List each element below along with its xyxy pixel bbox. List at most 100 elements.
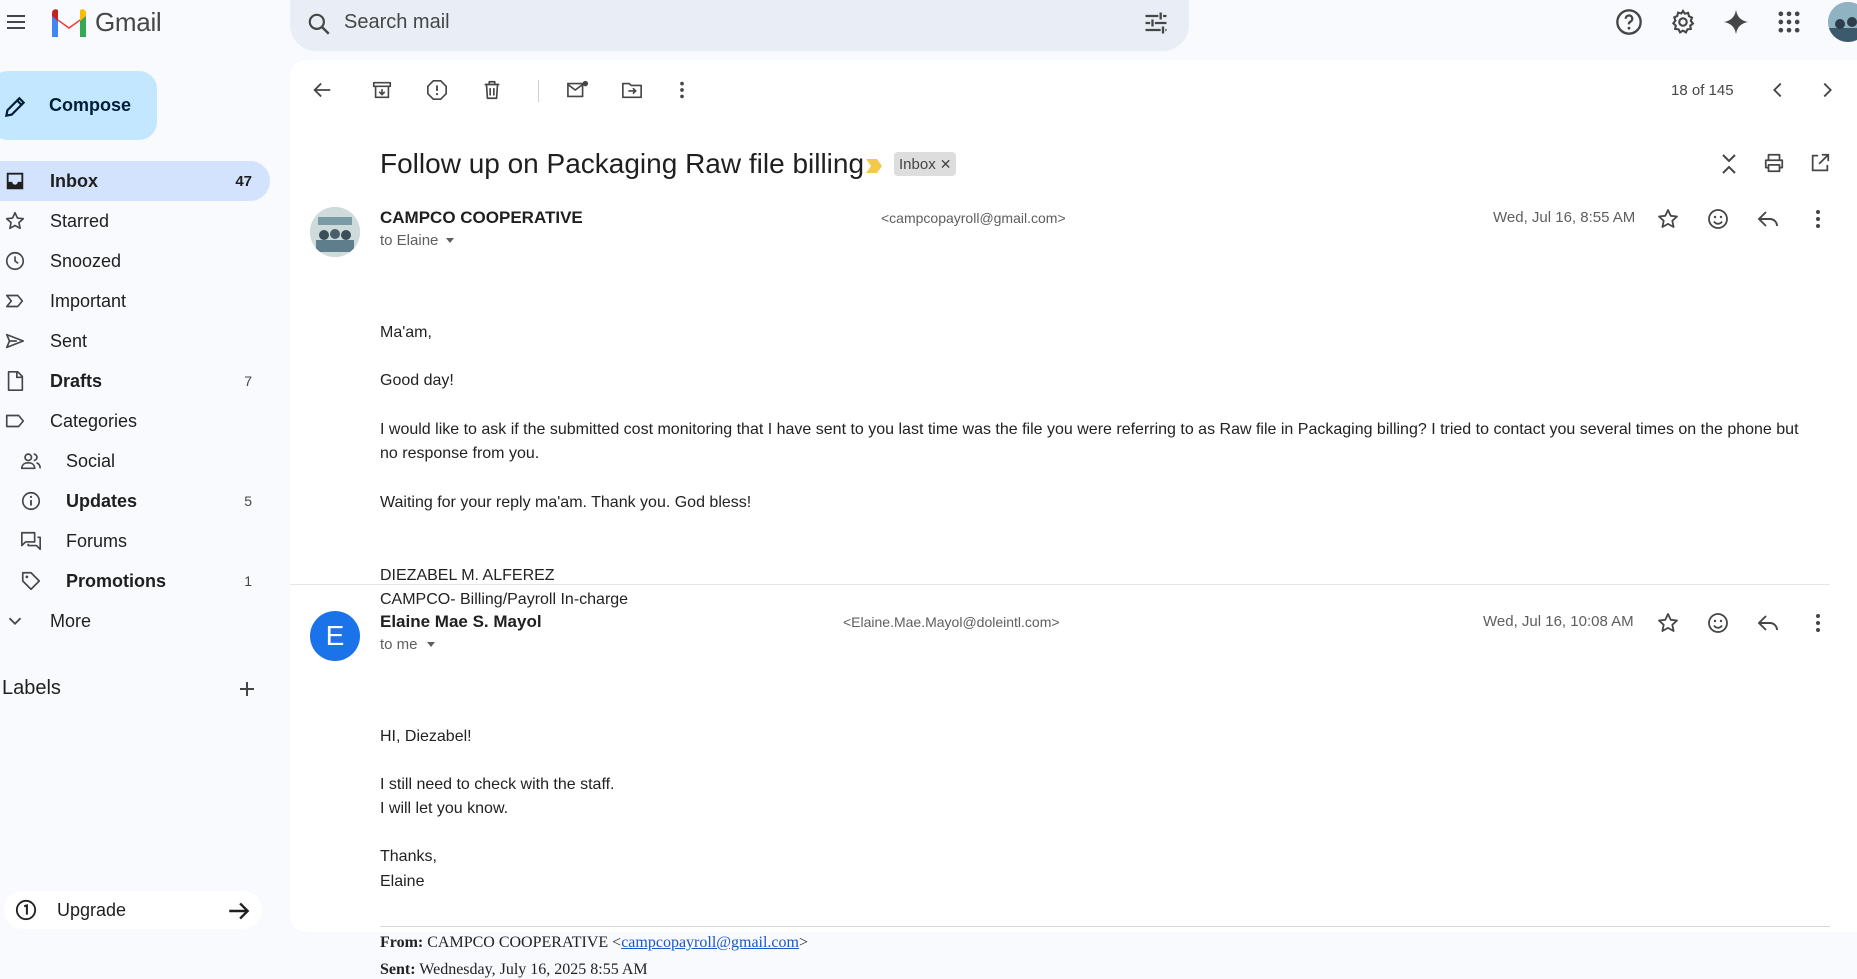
important-marker-icon[interactable] — [864, 157, 884, 175]
search-bar[interactable]: Search mail — [290, 0, 1189, 51]
body-line: Thanks, — [380, 848, 437, 865]
body-line: no response from you. — [380, 445, 540, 462]
body-line: HI, Diezabel! — [380, 728, 472, 745]
archive-icon[interactable] — [371, 79, 393, 101]
quoted-sent-label: Sent: — [380, 961, 416, 978]
quoted-from-line: From: CAMPCO COOPERATIVE <campcopayroll@… — [380, 934, 808, 952]
body-line: I will let you know. — [380, 800, 509, 817]
sidebar-item-label: Starred — [50, 210, 110, 231]
older-chevron-right-icon[interactable] — [1816, 79, 1838, 101]
top-bar: Gmail Search mail — [0, 0, 1857, 60]
sidebar-item-promotions[interactable]: Promotions 1 — [0, 561, 270, 601]
account-avatar[interactable] — [1828, 2, 1857, 42]
sender-name: Elaine Mae S. Mayol — [380, 612, 542, 631]
inbox-label-chip[interactable]: Inbox ✕ — [894, 152, 957, 176]
send-icon — [4, 330, 26, 352]
sidebar-item-forums[interactable]: Forums — [0, 521, 270, 561]
unread-count: 47 — [235, 172, 252, 190]
compose-button[interactable]: Compose — [0, 71, 157, 140]
star-icon[interactable] — [1656, 207, 1680, 231]
more-options-vertical-icon[interactable] — [671, 79, 693, 101]
sidebar-item-label: Sent — [50, 330, 88, 351]
add-label-plus-icon[interactable] — [235, 677, 259, 701]
print-icon[interactable] — [1763, 152, 1785, 174]
sidebar-item-label: Updates — [66, 490, 138, 511]
sidebar-item-more[interactable]: More — [0, 601, 270, 641]
google-apps-icon[interactable] — [1775, 8, 1801, 34]
search-input[interactable]: Search mail — [344, 11, 450, 34]
compose-label: Compose — [49, 95, 132, 115]
sidebar-item-label: Social — [66, 450, 116, 471]
help-icon[interactable] — [1615, 8, 1642, 35]
quoted-divider — [380, 926, 1830, 927]
gemini-sparkle-icon[interactable] — [1722, 8, 1749, 35]
pagination-count: 18 of 145 — [1671, 82, 1734, 99]
sender-avatar[interactable]: E — [310, 611, 360, 661]
sidebar-item-label: Promotions — [66, 570, 167, 591]
settings-gear-icon[interactable] — [1669, 8, 1695, 34]
clock-icon — [4, 250, 26, 272]
info-icon — [20, 490, 42, 512]
collapse-all-icon[interactable] — [1719, 152, 1739, 176]
open-new-window-icon[interactable] — [1809, 152, 1831, 174]
show-details-caret-icon[interactable] — [443, 233, 457, 247]
newer-chevron-left-icon[interactable] — [1767, 79, 1789, 101]
quoted-from-email-link[interactable]: campcopayroll@gmail.com — [621, 934, 799, 951]
quoted-sent-value: Wednesday, July 16, 2025 8:55 AM — [419, 961, 648, 978]
message-more-options-icon[interactable] — [1806, 207, 1830, 231]
sidebar-item-label: More — [50, 610, 92, 631]
search-options-icon[interactable] — [1142, 9, 1170, 37]
gmail-logo[interactable]: Gmail — [49, 4, 162, 40]
label-tag-icon — [4, 410, 26, 432]
body-line: Ma'am, — [380, 324, 432, 341]
sidebar-item-sent[interactable]: Sent — [0, 321, 270, 361]
sidebar-item-drafts[interactable]: Drafts 7 — [0, 361, 270, 401]
sidebar-item-social[interactable]: Social — [0, 441, 270, 481]
add-reaction-emoji-icon[interactable] — [1706, 611, 1730, 635]
labels-heading: Labels — [2, 677, 61, 699]
remove-label-close-icon[interactable]: ✕ — [940, 156, 952, 173]
add-reaction-emoji-icon[interactable] — [1706, 207, 1730, 231]
sender-avatar[interactable] — [310, 207, 360, 257]
upgrade-button[interactable]: Upgrade — [4, 891, 262, 929]
email-subject: Follow up on Packaging Raw file billing — [380, 148, 865, 179]
recipient-line: to Elaine — [380, 232, 439, 249]
report-spam-icon[interactable] — [426, 79, 448, 101]
body-line: Elaine — [380, 873, 425, 890]
message-pane: 18 of 145 Follow up on Packaging Raw fil… — [290, 60, 1857, 978]
upgrade-label: Upgrade — [57, 900, 127, 920]
sidebar-item-snoozed[interactable]: Snoozed — [0, 241, 270, 281]
pencil-icon — [2, 94, 28, 120]
people-icon — [20, 450, 42, 472]
mark-unread-icon[interactable] — [566, 79, 589, 101]
sidebar-item-label: Forums — [66, 530, 128, 551]
quoted-from-close: > — [798, 934, 809, 951]
sidebar-item-label: Categories — [50, 410, 138, 431]
show-details-caret-icon[interactable] — [424, 637, 438, 651]
draft-file-icon — [4, 370, 26, 392]
signature-title: CAMPCO- Billing/Payroll In-charge — [380, 591, 629, 608]
sidebar-item-inbox[interactable]: Inbox 47 — [0, 161, 270, 201]
reply-arrow-icon[interactable] — [1756, 207, 1780, 231]
forum-chat-icon — [20, 530, 42, 552]
important-marker-icon — [4, 290, 26, 312]
updates-count: 5 — [244, 493, 252, 509]
sidebar-item-categories[interactable]: Categories — [0, 401, 270, 441]
body-line: Waiting for your reply ma'am. Thank you.… — [380, 494, 752, 511]
quoted-sent-line: Sent: Wednesday, July 16, 2025 8:55 AM — [380, 961, 648, 979]
sidebar-item-updates[interactable]: Updates 5 — [0, 481, 270, 521]
sidebar-item-starred[interactable]: Starred — [0, 201, 270, 241]
sender-name: CAMPCO COOPERATIVE — [380, 208, 583, 227]
sidebar-item-important[interactable]: Important — [0, 281, 270, 321]
delete-trash-icon[interactable] — [481, 79, 503, 101]
reply-arrow-icon[interactable] — [1756, 611, 1780, 635]
chevron-down-icon — [4, 610, 26, 632]
body-line: Good day! — [380, 372, 454, 389]
back-arrow-icon[interactable] — [311, 79, 333, 101]
main-menu-icon[interactable] — [4, 10, 28, 34]
move-to-folder-icon[interactable] — [621, 79, 643, 101]
star-icon[interactable] — [1656, 611, 1680, 635]
search-icon[interactable] — [306, 11, 332, 37]
quoted-from-name: CAMPCO COOPERATIVE < — [427, 934, 622, 951]
message-more-options-icon[interactable] — [1806, 611, 1830, 635]
